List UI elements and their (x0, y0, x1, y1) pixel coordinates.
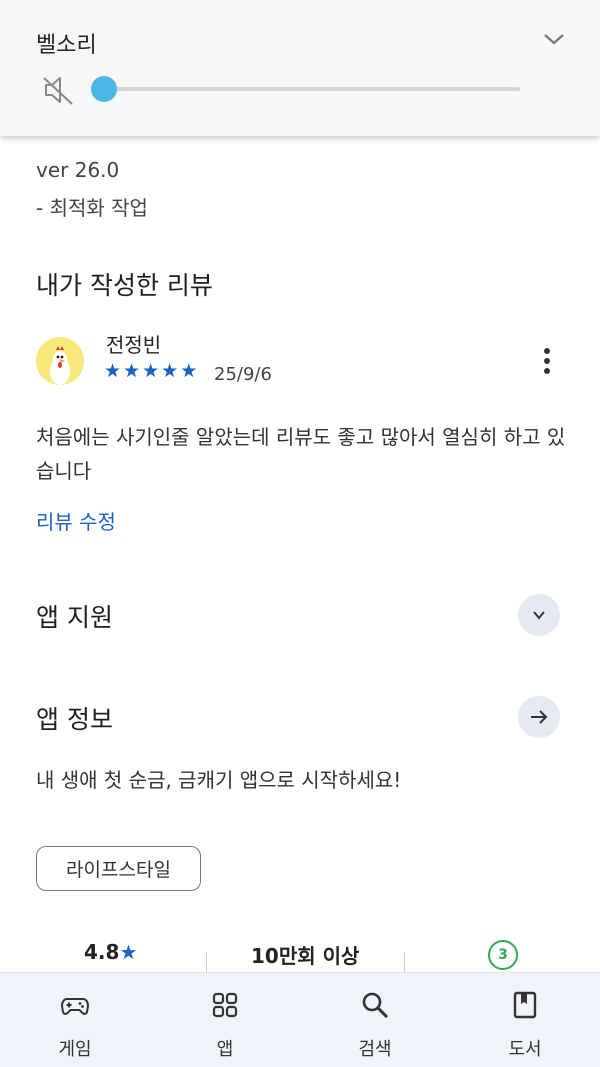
rating-value: 4.8 (84, 940, 120, 964)
gamepad-icon (61, 998, 89, 1015)
volume-panel: 벨소리 (0, 0, 600, 136)
chicken-avatar-icon (36, 337, 84, 385)
star-icon: ★ (142, 360, 160, 382)
app-description: 내 생애 첫 순금, 금캐기 앱으로 시작하세요! (36, 768, 402, 792)
divider (404, 952, 405, 974)
volume-slider-track[interactable] (104, 87, 520, 91)
downloads-stat: 10만회 이상 (251, 944, 360, 968)
volume-panel-title: 벨소리 (36, 33, 97, 58)
star-icon: ★ (161, 360, 179, 382)
nav-item-books[interactable]: 도서 (475, 973, 575, 1067)
update-note: - 최적화 작업 (36, 196, 148, 220)
app-support-heading[interactable]: 앱 지원 (36, 598, 113, 634)
apps-grid-icon (212, 992, 238, 1018)
star-icon: ★ (119, 940, 138, 964)
reviewer-name: 전정빈 (106, 333, 162, 357)
star-icon: ★ (104, 360, 122, 382)
version-text: ver 26.0 (36, 158, 120, 182)
chevron-down-icon (533, 611, 545, 620)
my-review-heading: 내가 작성한 리뷰 (36, 271, 213, 300)
volume-slider-thumb[interactable] (91, 76, 117, 102)
divider (206, 952, 207, 974)
edit-review-link[interactable]: 리뷰 수정 (36, 506, 116, 535)
avatar (36, 337, 84, 385)
volume-off-icon[interactable] (40, 72, 76, 108)
category-chip[interactable]: 라이프스타일 (36, 846, 201, 891)
star-rating: ★ ★ ★ ★ ★ (104, 360, 197, 382)
nav-label-games: 게임 (58, 1039, 92, 1060)
nav-label-search: 검색 (358, 1039, 392, 1060)
app-info-heading[interactable]: 앱 정보 (36, 700, 113, 736)
book-icon (513, 991, 537, 1019)
nav-item-apps[interactable]: 앱 (175, 973, 275, 1067)
nav-item-search[interactable]: 검색 (325, 973, 425, 1067)
open-app-info-button[interactable] (518, 696, 560, 738)
expand-support-button[interactable] (518, 594, 560, 636)
age-rating-badge: 3 (488, 940, 518, 970)
review-text: 처음에는 사기인줄 알았는데 리뷰도 좋고 많아서 열심히 하고 있습니다 (36, 425, 566, 483)
nav-item-games[interactable]: 게임 (25, 973, 125, 1067)
star-icon: ★ (123, 360, 141, 382)
more-options-icon[interactable] (534, 346, 560, 376)
bottom-navigation: 게임 앱 검색 도서 (0, 972, 600, 1067)
search-icon (362, 992, 389, 1019)
review-date: 25/9/6 (214, 364, 272, 385)
nav-label-books: 도서 (508, 1039, 542, 1060)
nav-label-apps: 앱 (216, 1039, 234, 1060)
rating-stat: 4.8★ (84, 940, 137, 964)
chevron-down-icon[interactable] (540, 26, 568, 50)
star-icon: ★ (180, 360, 198, 382)
arrow-right-icon (531, 710, 548, 724)
